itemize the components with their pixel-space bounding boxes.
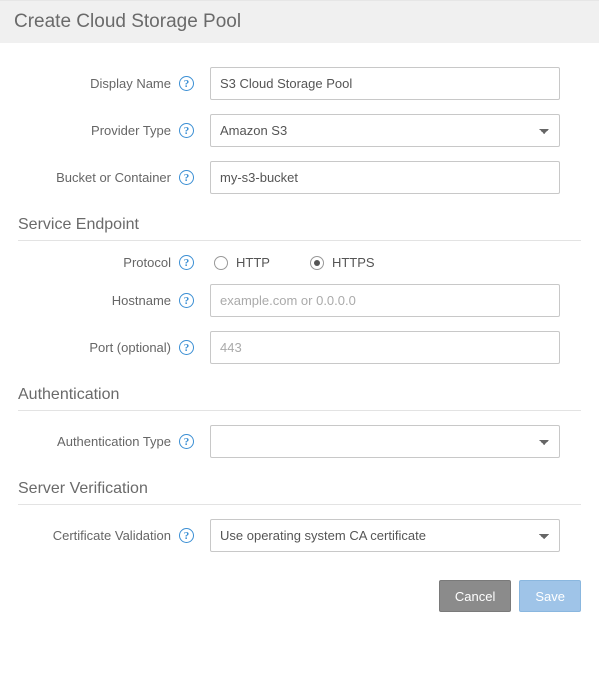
row-display-name: Display Name ?: [18, 67, 581, 100]
help-icon[interactable]: ?: [179, 293, 194, 308]
row-protocol: Protocol ? HTTP HTTPS: [18, 255, 581, 270]
hostname-input[interactable]: [210, 284, 560, 317]
label-bucket: Bucket or Container: [56, 170, 171, 185]
row-provider-type: Provider Type ? Amazon S3: [18, 114, 581, 147]
form-area: Display Name ? Provider Type ? Amazon S3…: [0, 43, 599, 552]
radio-http-label: HTTP: [236, 255, 270, 270]
radio-https[interactable]: HTTPS: [310, 255, 375, 270]
save-button[interactable]: Save: [519, 580, 581, 612]
dialog-footer: Cancel Save: [0, 566, 599, 626]
bucket-input[interactable]: [210, 161, 560, 194]
section-title-endpoint: Service Endpoint: [18, 216, 581, 234]
divider: [18, 410, 581, 411]
section-title-auth: Authentication: [18, 386, 581, 404]
cert-validation-select[interactable]: Use operating system CA certificate: [210, 519, 560, 552]
row-hostname: Hostname ?: [18, 284, 581, 317]
radio-icon: [214, 256, 228, 270]
cancel-button[interactable]: Cancel: [439, 580, 511, 612]
section-title-verify: Server Verification: [18, 480, 581, 498]
row-port: Port (optional) ?: [18, 331, 581, 364]
help-icon[interactable]: ?: [179, 76, 194, 91]
row-auth-type: Authentication Type ?: [18, 425, 581, 458]
radio-icon: [310, 256, 324, 270]
dialog-title: Create Cloud Storage Pool: [14, 11, 241, 32]
auth-type-select[interactable]: [210, 425, 560, 458]
label-provider-type: Provider Type: [91, 123, 171, 138]
help-icon[interactable]: ?: [179, 123, 194, 138]
help-icon[interactable]: ?: [179, 528, 194, 543]
provider-type-select[interactable]: Amazon S3: [210, 114, 560, 147]
label-auth-type: Authentication Type: [57, 434, 171, 449]
dialog-header: Create Cloud Storage Pool: [0, 0, 599, 43]
radio-http[interactable]: HTTP: [214, 255, 270, 270]
help-icon[interactable]: ?: [179, 255, 194, 270]
help-icon[interactable]: ?: [179, 170, 194, 185]
row-cert-validation: Certificate Validation ? Use operating s…: [18, 519, 581, 552]
help-icon[interactable]: ?: [179, 434, 194, 449]
label-port: Port (optional): [89, 340, 171, 355]
label-hostname: Hostname: [112, 293, 171, 308]
divider: [18, 240, 581, 241]
label-cert-validation: Certificate Validation: [53, 528, 171, 543]
display-name-input[interactable]: [210, 67, 560, 100]
row-bucket: Bucket or Container ?: [18, 161, 581, 194]
help-icon[interactable]: ?: [179, 340, 194, 355]
divider: [18, 504, 581, 505]
label-display-name: Display Name: [90, 76, 171, 91]
port-input[interactable]: [210, 331, 560, 364]
radio-https-label: HTTPS: [332, 255, 375, 270]
label-protocol: Protocol: [123, 255, 171, 270]
